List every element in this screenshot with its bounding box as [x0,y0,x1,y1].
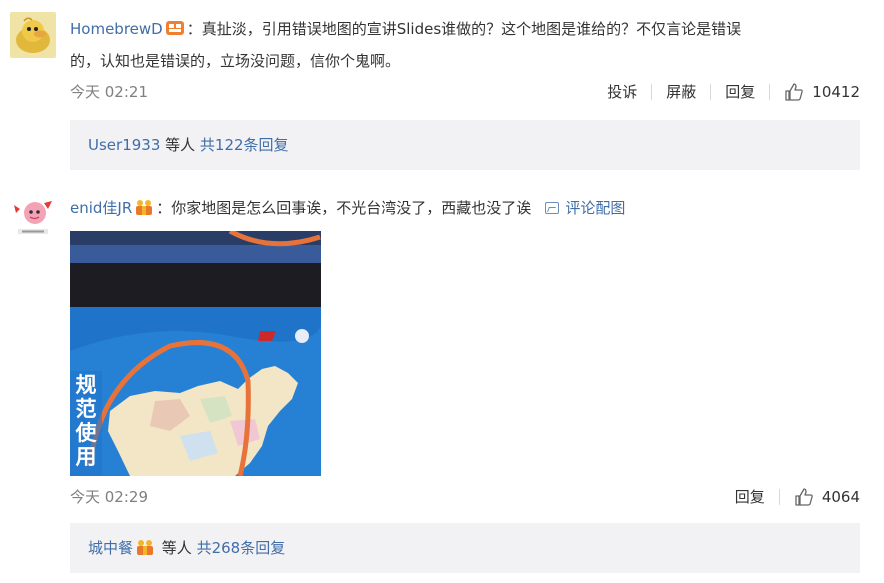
avatar[interactable] [10,195,56,241]
comment-body: enid佳JR ：你家地图是怎么回事诶，不光台湾没了，西藏也没了诶 评论配图 [70,192,864,224]
comment-image-link[interactable]: 评论配图 [545,199,625,217]
like-button[interactable]: 4064 [780,487,860,507]
username-link[interactable]: enid佳JR [70,199,132,217]
replies-summary[interactable]: 城中餐 等人 共268条回复 [70,523,860,573]
like-count: 10412 [812,83,860,101]
comment-text: enid佳JR ：你家地图是怎么回事诶，不光台湾没了，西藏也没了诶 评论配图 [70,192,864,224]
comment-meta: 今天 02:29 回复 4064 [70,486,860,508]
reply-button[interactable]: 回复 [711,81,769,103]
reply-button[interactable]: 回复 [721,486,779,508]
colon: ： [186,20,202,38]
image-caption: 规 范 使 用 [75,372,97,469]
like-count: 4064 [821,488,860,506]
comment-item: enid佳JR ：你家地图是怎么回事诶，不光台湾没了，西藏也没了诶 评论配图 规 范… [0,183,884,583]
replies-mid-text: 等人 [160,136,200,154]
comment-text: HomebrewD ：真扯淡，引用错误地图的宣讲Slides谁做的？这个地图是谁给… [70,13,864,77]
comment-meta: 今天 02:21 投诉 屏蔽 回复 10412 [70,81,860,103]
thumbs-up-icon [784,82,804,102]
comment-actions: 投诉 屏蔽 回复 10412 [593,81,860,103]
member-badge-icon [134,195,154,215]
comment-actions: 回复 4064 [721,486,860,508]
username-link[interactable]: HomebrewD [70,20,163,38]
timestamp: 今天 02:21 [70,83,148,101]
comment-content-line1: 真扯淡，引用错误地图的宣讲Slides谁做的？这个地图是谁给的？不仅言论是错误 [201,20,742,38]
reply-user-link[interactable]: 城中餐 [88,539,133,557]
replies-count-link[interactable]: 共122条回复 [200,136,289,154]
comment-item: HomebrewD ：真扯淡，引用错误地图的宣讲Slides谁做的？这个地图是谁给… [0,0,884,178]
replies-count-link[interactable]: 共268条回复 [197,539,286,557]
member-badge-icon [165,16,185,35]
timestamp: 今天 02:29 [70,488,148,506]
like-button[interactable]: 10412 [770,82,860,102]
replies-summary[interactable]: User1933 等人 共122条回复 [70,120,860,170]
thumbs-up-icon [794,487,814,507]
colon: ： [156,199,172,217]
comment-image-label: 评论配图 [565,199,626,217]
avatar[interactable] [10,12,56,58]
comment-body: HomebrewD ：真扯淡，引用错误地图的宣讲Slides谁做的？这个地图是谁给… [70,13,864,77]
report-button[interactable]: 投诉 [593,81,651,103]
replies-mid-text: 等人 [157,539,197,557]
member-badge-icon [135,526,155,555]
image-icon [545,202,560,214]
comment-image[interactable]: 规 范 使 用 [70,231,321,476]
comment-content-line2: 的，认知也是错误的，立场没问题，信你个鬼啊。 [70,52,401,70]
comment-content: 你家地图是怎么回事诶，不光台湾没了，西藏也没了诶 [171,199,532,217]
block-button[interactable]: 屏蔽 [652,81,710,103]
reply-user-link[interactable]: User1933 [88,136,160,154]
